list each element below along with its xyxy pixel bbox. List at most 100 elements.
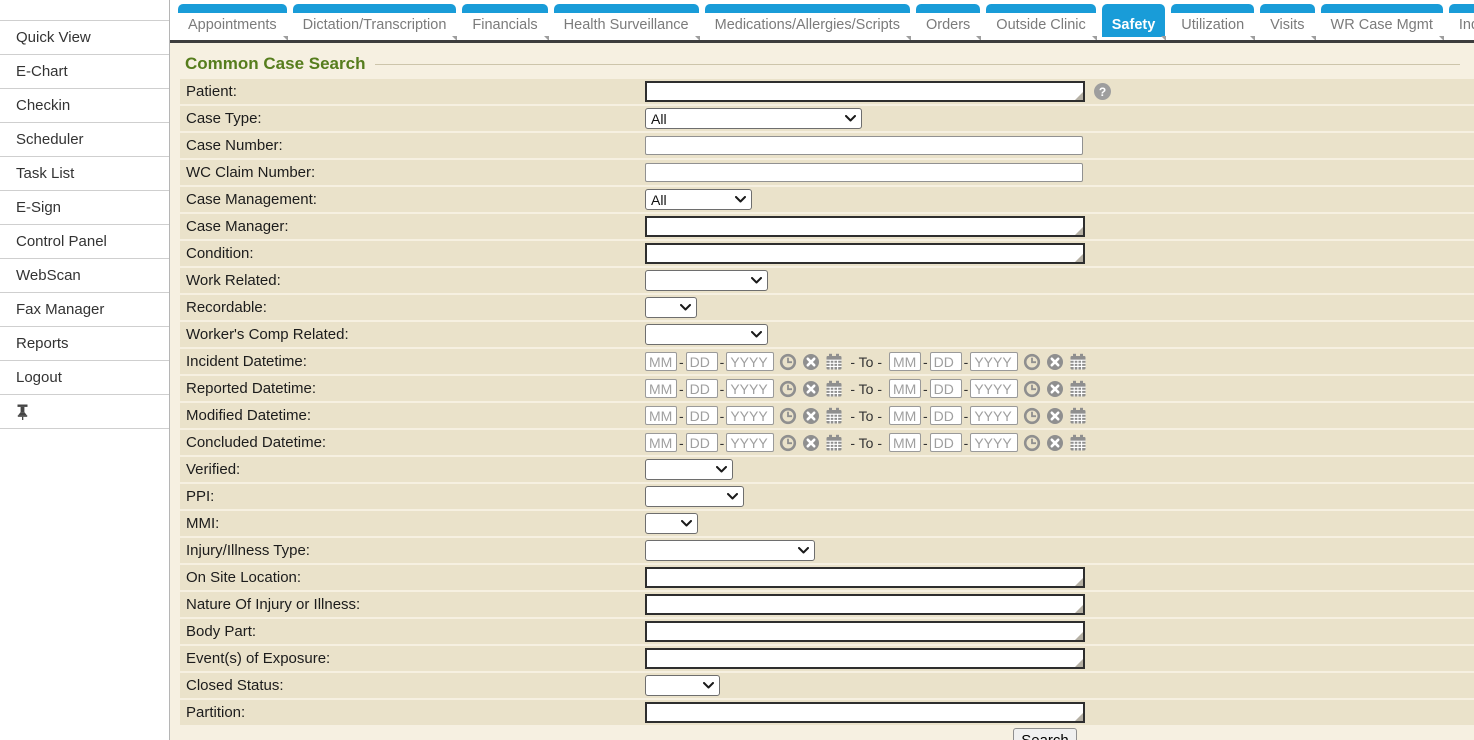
- concluded-datetime-from-month-input[interactable]: [645, 433, 677, 452]
- patient-input[interactable]: [645, 81, 1085, 102]
- body-part-input-field[interactable]: [647, 623, 1083, 640]
- tab-appointments[interactable]: Appointments: [178, 4, 287, 37]
- clear-icon[interactable]: [802, 353, 820, 371]
- modified-datetime-to-year-input[interactable]: [970, 406, 1018, 425]
- concluded-datetime-from-year-input[interactable]: [726, 433, 774, 452]
- tab-orders[interactable]: Orders: [916, 4, 980, 37]
- calendar-icon[interactable]: [1069, 407, 1087, 425]
- reported-datetime-from-month-input[interactable]: [645, 379, 677, 398]
- events-of-exposure-input-field[interactable]: [647, 650, 1083, 667]
- sidebar-item-reports[interactable]: Reports: [0, 327, 169, 361]
- case-type-select[interactable]: All: [645, 108, 862, 129]
- clear-icon[interactable]: [802, 407, 820, 425]
- help-icon[interactable]: ?: [1094, 83, 1111, 100]
- calendar-icon[interactable]: [1069, 380, 1087, 398]
- clock-icon[interactable]: [779, 407, 797, 425]
- modified-datetime-to-month-input[interactable]: [889, 406, 921, 425]
- clear-icon[interactable]: [802, 380, 820, 398]
- reported-datetime-to-day-input[interactable]: [930, 379, 962, 398]
- tab-medications-allergies-scripts[interactable]: Medications/Allergies/Scripts: [705, 4, 910, 37]
- recordable-select[interactable]: [645, 297, 697, 318]
- clock-icon[interactable]: [779, 353, 797, 371]
- case-manager-input[interactable]: [645, 216, 1085, 237]
- clock-icon[interactable]: [779, 434, 797, 452]
- tab-dictation-transcription[interactable]: Dictation/Transcription: [293, 4, 457, 37]
- mmi-select[interactable]: [645, 513, 698, 534]
- reported-datetime-from-year-input[interactable]: [726, 379, 774, 398]
- calendar-icon[interactable]: [1069, 434, 1087, 452]
- clock-icon[interactable]: [1023, 353, 1041, 371]
- concluded-datetime-to-day-input[interactable]: [930, 433, 962, 452]
- calendar-icon[interactable]: [825, 353, 843, 371]
- clock-icon[interactable]: [1023, 407, 1041, 425]
- concluded-datetime-to-month-input[interactable]: [889, 433, 921, 452]
- incident-datetime-from-year-input[interactable]: [726, 352, 774, 371]
- on-site-location-input[interactable]: [645, 567, 1085, 588]
- calendar-icon[interactable]: [825, 380, 843, 398]
- events-of-exposure-input[interactable]: [645, 648, 1085, 669]
- case-management-select[interactable]: All: [645, 189, 752, 210]
- clock-icon[interactable]: [779, 380, 797, 398]
- sidebar-item-quick-view[interactable]: Quick View: [0, 21, 169, 55]
- verified-select[interactable]: [645, 459, 733, 480]
- wc-claim-number-input[interactable]: [645, 163, 1083, 182]
- closed-status-select[interactable]: [645, 675, 720, 696]
- clear-icon[interactable]: [1046, 353, 1064, 371]
- reported-datetime-to-year-input[interactable]: [970, 379, 1018, 398]
- modified-datetime-from-day-input[interactable]: [686, 406, 718, 425]
- nature-of-injury-input-field[interactable]: [647, 596, 1083, 613]
- tab-industrial-hygiene[interactable]: Industrial Hygiene: [1449, 4, 1474, 37]
- reported-datetime-to-month-input[interactable]: [889, 379, 921, 398]
- incident-datetime-to-year-input[interactable]: [970, 352, 1018, 371]
- ppi-select[interactable]: [645, 486, 744, 507]
- reported-datetime-from-day-input[interactable]: [686, 379, 718, 398]
- partition-input-field[interactable]: [647, 704, 1083, 721]
- search-button[interactable]: Search: [1013, 728, 1077, 740]
- clear-icon[interactable]: [1046, 434, 1064, 452]
- sidebar-item-e-sign[interactable]: E-Sign: [0, 191, 169, 225]
- patient-input-field[interactable]: [647, 83, 1083, 100]
- sidebar-item-scheduler[interactable]: Scheduler: [0, 123, 169, 157]
- tab-outside-clinic[interactable]: Outside Clinic: [986, 4, 1095, 37]
- clear-icon[interactable]: [1046, 407, 1064, 425]
- concluded-datetime-to-year-input[interactable]: [970, 433, 1018, 452]
- case-manager-input-field[interactable]: [647, 218, 1083, 235]
- concluded-datetime-from-day-input[interactable]: [686, 433, 718, 452]
- clear-icon[interactable]: [1046, 380, 1064, 398]
- calendar-icon[interactable]: [825, 407, 843, 425]
- sidebar-item-webscan[interactable]: WebScan: [0, 259, 169, 293]
- incident-datetime-from-day-input[interactable]: [686, 352, 718, 371]
- sidebar-item-e-chart[interactable]: E-Chart: [0, 55, 169, 89]
- tab-visits[interactable]: Visits: [1260, 4, 1314, 37]
- on-site-location-input-field[interactable]: [647, 569, 1083, 586]
- modified-datetime-from-year-input[interactable]: [726, 406, 774, 425]
- sidebar-pin-toggle[interactable]: [0, 395, 169, 429]
- clear-icon[interactable]: [802, 434, 820, 452]
- tab-health-surveillance[interactable]: Health Surveillance: [554, 4, 699, 37]
- sidebar-item-control-panel[interactable]: Control Panel: [0, 225, 169, 259]
- calendar-icon[interactable]: [825, 434, 843, 452]
- sidebar-item-fax-manager[interactable]: Fax Manager: [0, 293, 169, 327]
- incident-datetime-from-month-input[interactable]: [645, 352, 677, 371]
- condition-input[interactable]: [645, 243, 1085, 264]
- tab-safety[interactable]: Safety: [1102, 4, 1166, 37]
- sidebar-item-checkin[interactable]: Checkin: [0, 89, 169, 123]
- clock-icon[interactable]: [1023, 380, 1041, 398]
- injury-illness-type-select[interactable]: [645, 540, 815, 561]
- tab-utilization[interactable]: Utilization: [1171, 4, 1254, 37]
- work-related-select[interactable]: [645, 270, 768, 291]
- calendar-icon[interactable]: [1069, 353, 1087, 371]
- incident-datetime-to-month-input[interactable]: [889, 352, 921, 371]
- modified-datetime-from-month-input[interactable]: [645, 406, 677, 425]
- workers-comp-related-select[interactable]: [645, 324, 768, 345]
- incident-datetime-to-day-input[interactable]: [930, 352, 962, 371]
- tab-wr-case-mgmt[interactable]: WR Case Mgmt: [1321, 4, 1443, 37]
- condition-input-field[interactable]: [647, 245, 1083, 262]
- partition-input[interactable]: [645, 702, 1085, 723]
- sidebar-item-logout[interactable]: Logout: [0, 361, 169, 395]
- nature-of-injury-input[interactable]: [645, 594, 1085, 615]
- modified-datetime-to-day-input[interactable]: [930, 406, 962, 425]
- tab-financials[interactable]: Financials: [462, 4, 547, 37]
- clock-icon[interactable]: [1023, 434, 1041, 452]
- case-number-input[interactable]: [645, 136, 1083, 155]
